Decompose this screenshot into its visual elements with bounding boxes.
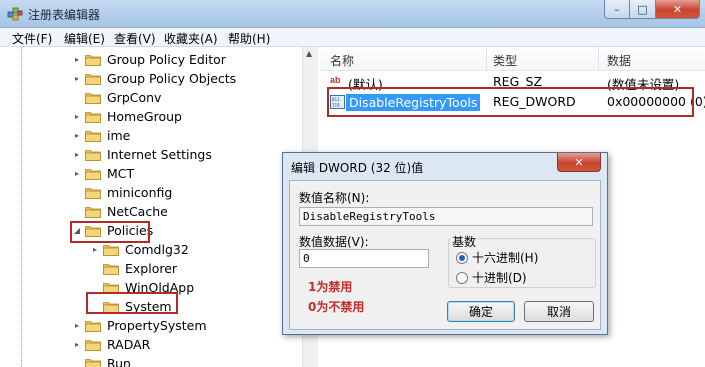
menu-help[interactable]: 帮助(H) (228, 30, 270, 47)
tree-item-label: Explorer (125, 260, 178, 276)
value-row-highlight-box (327, 87, 694, 117)
expand-arrow-icon[interactable]: ▸ (72, 55, 82, 64)
tree-item[interactable]: ▸ Internet Settings (72, 145, 212, 163)
value-data-label: 数值数据(V): (299, 235, 369, 249)
tree-item[interactable]: ▸ ime (72, 126, 130, 144)
list-header: 名称 类型 数据 (320, 47, 705, 71)
folder-icon (103, 244, 119, 256)
radio-selected-icon (456, 251, 468, 264)
maximize-button[interactable]: □ (630, 0, 656, 19)
tree-item-label: Run (107, 355, 131, 367)
expand-arrow-icon[interactable]: ▸ (72, 112, 82, 121)
column-name[interactable]: 名称 (330, 52, 354, 69)
tree-item-label: miniconfig (107, 184, 173, 200)
registry-app-icon (7, 7, 23, 21)
tree-item-label: Internet Settings (107, 146, 212, 162)
column-separator (486, 47, 487, 71)
expand-arrow-icon[interactable]: ▸ (72, 74, 82, 83)
folder-icon (85, 320, 101, 332)
window-title: 注册表编辑器 (28, 8, 101, 22)
key-tree[interactable]: ▸ Group Policy Editor ▸ Group Policy Object… (0, 47, 318, 367)
tree-item[interactable]: ▸ HomeGroup (72, 107, 182, 125)
tree-item-label: RADAR (107, 336, 151, 352)
minimize-button[interactable]: – (604, 0, 630, 19)
folder-icon (85, 149, 101, 161)
tree-item[interactable]: ▸ RADAR (72, 335, 150, 353)
tree-item[interactable]: NetCache (72, 202, 168, 220)
folder-icon (85, 54, 101, 66)
edit-dword-dialog: 编辑 DWORD (32 位)值 ✕ 数值名称(N): DisableRegis… (282, 152, 608, 335)
column-type[interactable]: 类型 (493, 52, 517, 69)
value-data-input[interactable]: 0 (299, 249, 429, 268)
tree-item[interactable]: GrpConv (72, 88, 161, 106)
folder-icon (85, 111, 101, 123)
tree-item-label: MCT (107, 165, 135, 181)
folder-icon (85, 358, 101, 367)
menu-file[interactable]: 文件(F) (12, 30, 52, 47)
tree-item[interactable]: ▸ MCT (72, 164, 134, 182)
dialog-close-button[interactable]: ✕ (557, 153, 601, 172)
policies-highlight-box (70, 221, 150, 243)
tree-item[interactable]: Run (72, 354, 131, 367)
folder-icon (85, 92, 101, 104)
tree-item-label: GrpConv (107, 89, 162, 105)
dialog-title: 编辑 DWORD (32 位)值 (291, 161, 424, 175)
registry-editor-window: 注册表编辑器 – □ ✕ 文件(F) 编辑(E) 查看(V) 收藏夹(A) 帮助… (0, 0, 705, 367)
tree-item-label: HomeGroup (107, 108, 182, 124)
tree-item[interactable]: ▸ Group Policy Objects (72, 69, 236, 87)
folder-icon (85, 206, 101, 218)
tree-item-label: ime (107, 127, 131, 143)
tree-item-label: Group Policy Objects (107, 70, 237, 86)
menu-edit[interactable]: 编辑(E) (64, 30, 105, 47)
radio-hex-label: 十六进制(H) (472, 251, 539, 265)
expand-arrow-icon[interactable]: ▸ (72, 150, 82, 159)
expand-arrow-icon[interactable]: ▸ (72, 131, 82, 140)
expand-arrow-icon[interactable]: ▸ (72, 321, 82, 330)
column-data[interactable]: 数据 (607, 52, 631, 69)
ok-button[interactable]: 确定 (447, 301, 515, 322)
tree-item-label: PropertySystem (107, 317, 207, 333)
tree-item[interactable]: miniconfig (72, 183, 172, 201)
radio-dec[interactable]: 十进制(D) (456, 269, 527, 286)
folder-icon (85, 339, 101, 351)
tree-item[interactable]: ▸ Group Policy Editor (72, 50, 226, 68)
note-disable: 1为禁用 (308, 280, 353, 294)
expand-arrow-icon[interactable]: ▸ (90, 245, 100, 254)
folder-icon (85, 168, 101, 180)
radio-hex[interactable]: 十六进制(H) (456, 249, 538, 266)
system-highlight-box (86, 292, 178, 314)
tree-item-label: Comdlg32 (125, 241, 189, 257)
scroll-up-icon[interactable]: ▲ (306, 49, 312, 58)
caption-buttons: – □ ✕ (604, 0, 700, 19)
value-name-label: 数值名称(N): (299, 191, 370, 205)
radio-unselected-icon (456, 271, 468, 284)
title-bar[interactable]: 注册表编辑器 – □ ✕ (0, 0, 705, 28)
column-separator (598, 47, 599, 71)
menu-bar: 文件(F) 编辑(E) 查看(V) 收藏夹(A) 帮助(H) (0, 28, 705, 47)
radio-dec-label: 十进制(D) (472, 271, 527, 285)
menu-favorites[interactable]: 收藏夹(A) (164, 30, 218, 47)
expand-arrow-icon[interactable]: ▸ (72, 340, 82, 349)
tree-item-label: NetCache (107, 203, 168, 219)
expand-arrow-icon[interactable]: ▸ (72, 169, 82, 178)
folder-icon (85, 73, 101, 85)
tree-item[interactable]: ▸ PropertySystem (72, 316, 207, 334)
tree-item-label: Group Policy Editor (107, 51, 226, 67)
tree-guide-line (21, 47, 22, 367)
folder-icon (103, 263, 119, 275)
folder-icon (85, 187, 101, 199)
dialog-body: 数值名称(N): DisableRegistryTools 数值数据(V): 0… (289, 180, 601, 330)
base-group-label: 基数 (450, 233, 479, 250)
cancel-button[interactable]: 取消 (524, 301, 594, 322)
close-button[interactable]: ✕ (656, 0, 700, 19)
note-enable: 0为不禁用 (308, 300, 365, 314)
value-name-field[interactable]: DisableRegistryTools (299, 207, 593, 226)
menu-view[interactable]: 查看(V) (114, 30, 156, 47)
tree-item[interactable]: Explorer (90, 259, 177, 277)
folder-icon (85, 130, 101, 142)
